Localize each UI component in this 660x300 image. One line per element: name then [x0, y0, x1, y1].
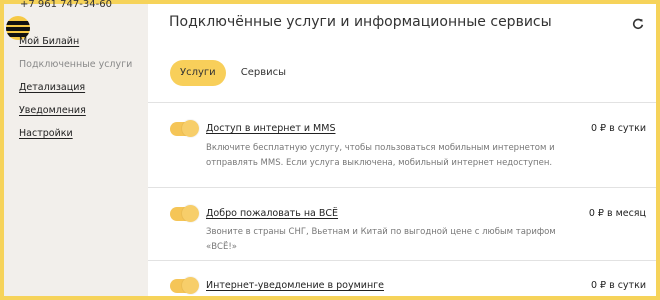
page-title: Подключённые услуги и информационные сер…: [169, 14, 552, 30]
phone-number: +7 961 747-34-60: [20, 0, 112, 10]
tabs: Услуги Сервисы: [170, 60, 296, 86]
tab-info-services[interactable]: Сервисы: [231, 60, 296, 86]
service-toggle[interactable]: [170, 277, 199, 294]
page-frame: +7 961 747-34-60 Мой Билайн Подключенные…: [0, 0, 660, 300]
divider: [148, 102, 656, 103]
main-panel: Подключённые услуги и информационные сер…: [148, 4, 656, 296]
service-price: 0 ₽ в месяц: [588, 208, 646, 219]
tab-services[interactable]: Услуги: [170, 60, 226, 86]
sidebar-item-notifications[interactable]: Уведомления: [19, 105, 86, 116]
service-price: 0 ₽ в сутки: [590, 123, 646, 134]
sidebar: +7 961 747-34-60 Мой Билайн Подключенные…: [4, 0, 148, 296]
service-name-link[interactable]: Добро пожаловать на ВСЁ: [206, 208, 338, 219]
sidebar-item-connected-services[interactable]: Подключенные услуги: [19, 59, 132, 70]
service-price: 0 ₽ в сутки: [590, 280, 646, 291]
service-name-link[interactable]: Доступ в интернет и MMS: [206, 123, 335, 134]
service-description: Включите бесплатную услугу, чтобы пользо…: [206, 143, 555, 168]
service-name-link[interactable]: Интернет-уведомление в роуминге: [206, 280, 384, 291]
service-toggle[interactable]: [170, 205, 199, 222]
sidebar-item-settings[interactable]: Настройки: [19, 128, 73, 139]
toggle-knob: [182, 277, 199, 294]
service-toggle[interactable]: [170, 120, 199, 137]
service-description: Звоните в страны СНГ, Вьетнам и Китай по…: [206, 227, 556, 252]
toggle-knob: [182, 205, 199, 222]
divider: [148, 187, 656, 188]
toggle-knob: [182, 120, 199, 137]
sidebar-item-my-beeline[interactable]: Мой Билайн: [19, 36, 79, 47]
divider: [148, 260, 656, 261]
sidebar-item-details[interactable]: Детализация: [19, 82, 85, 93]
refresh-icon[interactable]: [632, 18, 644, 30]
